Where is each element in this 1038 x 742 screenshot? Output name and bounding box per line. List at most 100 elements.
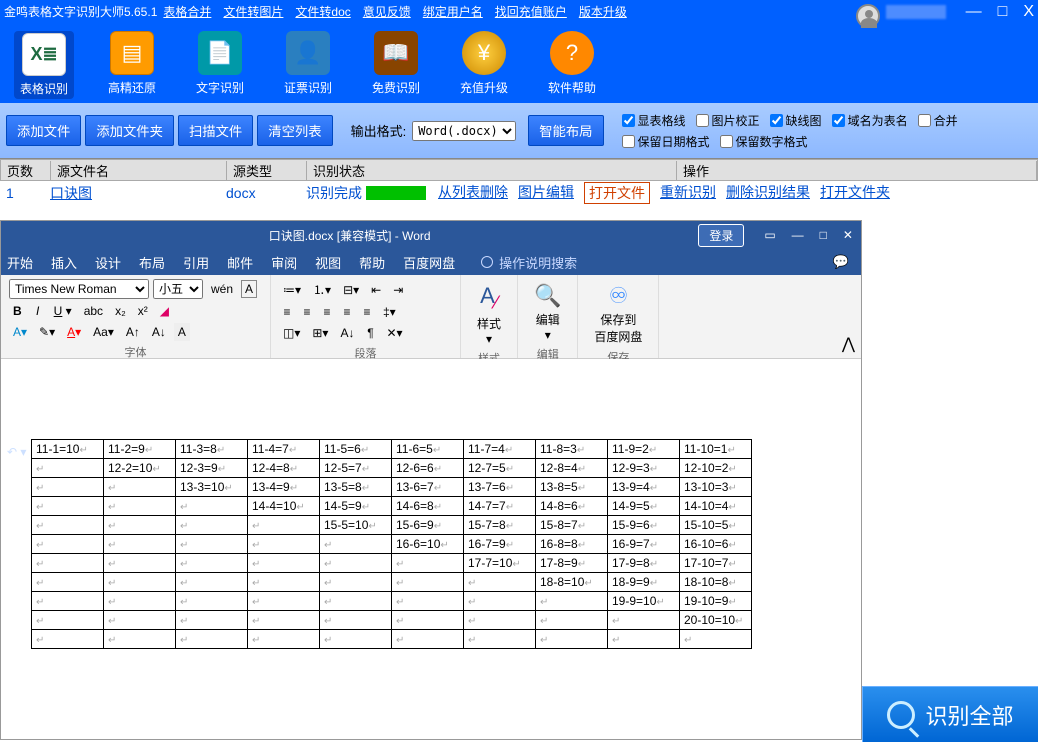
word-tab[interactable]: 布局 bbox=[139, 253, 165, 272]
clear-format-icon[interactable]: ◢ bbox=[156, 302, 173, 320]
high-fidelity[interactable]: ▤高精还原 bbox=[102, 31, 162, 99]
top-link[interactable]: 文件转doc bbox=[295, 3, 350, 20]
min-button[interactable]: — bbox=[966, 3, 982, 21]
baidu-save-button[interactable]: ♾ 保存到 百度网盘 bbox=[586, 279, 650, 349]
indent-right-icon[interactable]: ⇥ bbox=[389, 281, 407, 299]
option-check[interactable]: 合并 bbox=[918, 112, 958, 129]
sort-icon[interactable]: A↓ bbox=[336, 324, 358, 342]
sec-button[interactable]: 清空列表 bbox=[257, 115, 332, 146]
word-tab[interactable]: 帮助 bbox=[359, 253, 385, 272]
italic-button[interactable]: I bbox=[30, 302, 46, 320]
word-tab[interactable]: 百度网盘 bbox=[403, 253, 455, 272]
login-button[interactable]: 登录 bbox=[698, 224, 744, 247]
avatar[interactable] bbox=[856, 4, 880, 28]
edit-button[interactable]: 🔍编辑▾ bbox=[526, 279, 569, 346]
shading-icon[interactable]: ◫▾ bbox=[279, 324, 304, 342]
option-check[interactable]: 显表格线 bbox=[622, 112, 686, 129]
numbering-icon[interactable]: ⒈▾ bbox=[309, 279, 335, 300]
recognize-all-button[interactable]: 识别全部 bbox=[862, 686, 1038, 742]
word-tab[interactable]: 视图 bbox=[315, 253, 341, 272]
help[interactable]: ?软件帮助 bbox=[542, 31, 602, 99]
max-button[interactable]: □ bbox=[998, 3, 1008, 21]
recharge[interactable]: ¥充值升级 bbox=[454, 31, 514, 99]
file-op[interactable]: 重新识别 bbox=[660, 182, 716, 204]
option-check[interactable]: 保留数字格式 bbox=[720, 133, 808, 150]
collapse-ribbon-icon[interactable]: ⋀ bbox=[842, 334, 855, 354]
subscript-button[interactable]: x₂ bbox=[111, 302, 130, 320]
quick-access[interactable]: ↶ ▾ bbox=[7, 445, 26, 459]
bullets-icon[interactable]: ≔▾ bbox=[279, 281, 305, 299]
highlight-icon[interactable]: ✎▾ bbox=[35, 323, 59, 341]
tell-me[interactable]: 操作说明搜索 bbox=[481, 253, 577, 272]
align-right-icon[interactable]: ≡ bbox=[319, 303, 335, 321]
word-tab[interactable]: 插入 bbox=[51, 253, 77, 272]
option-check[interactable]: 图片校正 bbox=[696, 112, 760, 129]
secondary-toolbar: 添加文件添加文件夹扫描文件清空列表 输出格式: Word(.docx) 智能布局… bbox=[0, 103, 1038, 159]
indent-left-icon[interactable]: ⇤ bbox=[367, 281, 385, 299]
align-center-icon[interactable]: ≡ bbox=[299, 303, 315, 321]
ribbon-options-icon[interactable]: ▭ bbox=[764, 228, 775, 242]
top-link[interactable]: 文件转图片 bbox=[223, 3, 283, 20]
file-op[interactable]: 删除识别结果 bbox=[726, 182, 810, 204]
word-tab[interactable]: 引用 bbox=[183, 253, 209, 272]
output-format-select[interactable]: Word(.docx) bbox=[412, 121, 516, 141]
word-tab[interactable]: 邮件 bbox=[227, 253, 253, 272]
align-left-icon[interactable]: ≡ bbox=[279, 303, 295, 321]
change-case-icon[interactable]: Aa▾ bbox=[89, 323, 118, 341]
file-op[interactable]: 图片编辑 bbox=[518, 182, 574, 204]
word-title-bar: 口诀图.docx [兼容模式] - Word 登录 ▭ — □ ✕ bbox=[1, 221, 861, 249]
distribute-icon[interactable]: ≡ bbox=[359, 303, 375, 321]
file-op[interactable]: 打开文件 bbox=[584, 182, 650, 204]
close-button[interactable]: X bbox=[1023, 3, 1034, 21]
text-effect-icon[interactable]: A▾ bbox=[9, 323, 31, 341]
strike-button[interactable]: abc bbox=[80, 302, 107, 320]
file-op[interactable]: 打开文件夹 bbox=[820, 182, 890, 204]
show-marks-icon[interactable]: ¶ bbox=[362, 324, 378, 342]
text-recognize[interactable]: 📄文字识别 bbox=[190, 31, 250, 99]
phonetic-icon[interactable]: wén bbox=[207, 280, 237, 298]
id-recognize[interactable]: 👤证票识别 bbox=[278, 31, 338, 99]
char-border-icon[interactable]: A bbox=[241, 280, 257, 298]
free-recognize[interactable]: 📖免费识别 bbox=[366, 31, 426, 99]
document-area[interactable]: 11-1=1011-2=911-3=811-4=711-5=611-6=511-… bbox=[1, 359, 861, 739]
word-tab[interactable]: 审阅 bbox=[271, 253, 297, 272]
font-size-select[interactable]: 小五 bbox=[153, 279, 203, 299]
top-link[interactable]: 找回充值账户 bbox=[495, 3, 567, 20]
underline-button[interactable]: U ▾ bbox=[50, 302, 76, 320]
table-recognize[interactable]: X≣表格识别 bbox=[14, 31, 74, 99]
sec-button[interactable]: 扫描文件 bbox=[178, 115, 253, 146]
main-toolbar: X≣表格识别 ▤高精还原 📄文字识别 👤证票识别 📖免费识别 ¥充值升级 ?软件帮助 bbox=[0, 23, 1038, 103]
borders-icon[interactable]: ⊞▾ bbox=[308, 324, 332, 342]
file-op[interactable]: 从列表删除 bbox=[438, 182, 508, 204]
top-link[interactable]: 意见反馈 bbox=[363, 3, 411, 20]
top-link[interactable]: 版本升级 bbox=[579, 3, 627, 20]
word-max-icon[interactable]: □ bbox=[820, 228, 827, 242]
sec-button[interactable]: 添加文件 bbox=[6, 115, 81, 146]
share-icon[interactable]: 💬 bbox=[833, 254, 849, 270]
smart-layout-button[interactable]: 智能布局 bbox=[528, 115, 603, 146]
option-check[interactable]: 保留日期格式 bbox=[622, 133, 710, 150]
top-link[interactable]: 表格合并 bbox=[163, 3, 211, 20]
superscript-button[interactable]: x² bbox=[134, 302, 152, 320]
word-close-icon[interactable]: ✕ bbox=[843, 228, 853, 242]
id-recognize-icon: 👤 bbox=[286, 31, 330, 75]
word-tab[interactable]: 开始 bbox=[7, 253, 33, 272]
option-check[interactable]: 域名为表名 bbox=[832, 112, 908, 129]
option-check[interactable]: 缺线图 bbox=[770, 112, 822, 129]
word-tab[interactable]: 设计 bbox=[95, 253, 121, 272]
line-spacing-icon[interactable]: ‡▾ bbox=[379, 303, 400, 321]
multilevel-icon[interactable]: ⊟▾ bbox=[339, 281, 363, 299]
file-name-link[interactable]: 口诀图 bbox=[50, 183, 226, 203]
justify-icon[interactable]: ≡ bbox=[339, 303, 355, 321]
word-min-icon[interactable]: — bbox=[792, 228, 804, 242]
font-name-select[interactable]: Times New Roman bbox=[9, 279, 149, 299]
bold-button[interactable]: B bbox=[9, 302, 26, 320]
font-color-icon[interactable]: A▾ bbox=[63, 323, 85, 341]
snap-grid-icon[interactable]: ✕▾ bbox=[382, 324, 406, 342]
top-link[interactable]: 绑定用户名 bbox=[423, 3, 483, 20]
char-shading-icon[interactable]: A bbox=[174, 323, 190, 341]
grow-font-icon[interactable]: A↑ bbox=[122, 323, 144, 341]
styles-button[interactable]: A⁄ 样式▾ bbox=[469, 279, 509, 350]
sec-button[interactable]: 添加文件夹 bbox=[85, 115, 174, 146]
shrink-font-icon[interactable]: A↓ bbox=[148, 323, 170, 341]
